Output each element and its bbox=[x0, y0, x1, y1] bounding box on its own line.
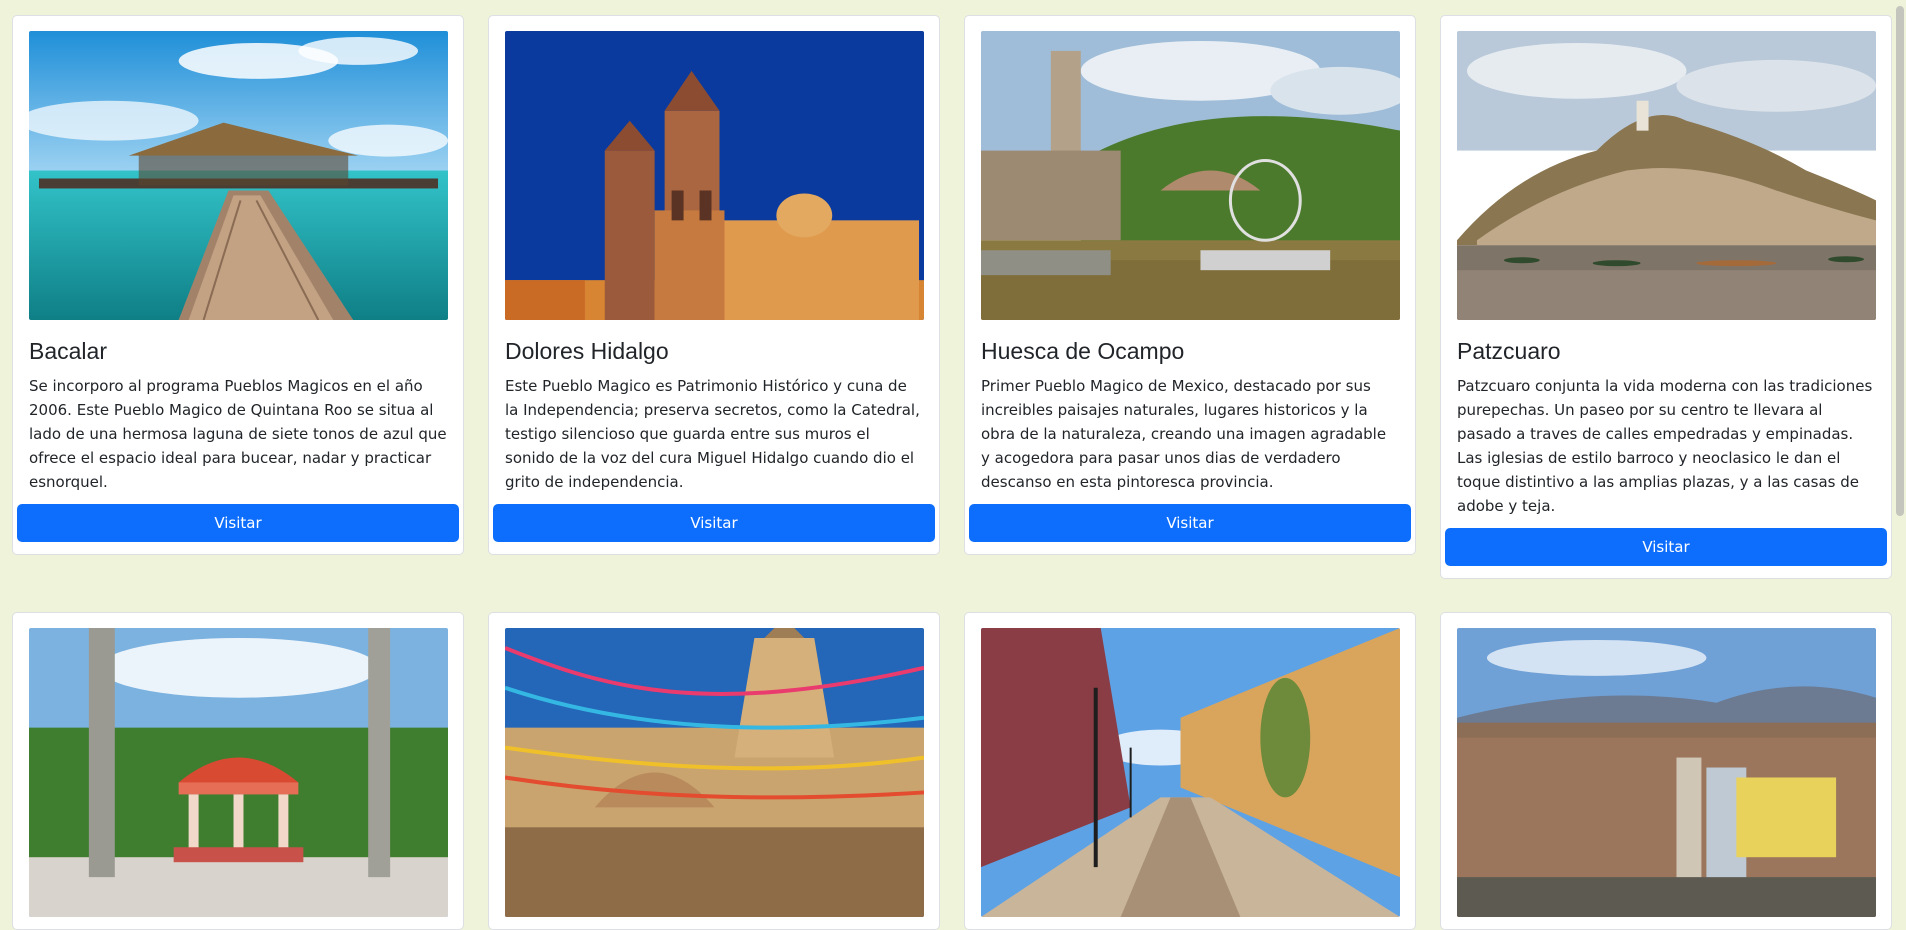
card-6 bbox=[488, 611, 940, 930]
card-image-bacalar bbox=[29, 31, 448, 320]
page-scrollbar[interactable] bbox=[1894, 0, 1906, 917]
scrollbar-thumb[interactable] bbox=[1896, 6, 1904, 516]
card-image-5 bbox=[29, 627, 448, 917]
visit-button-dolores-hidalgo[interactable]: Visitar bbox=[493, 503, 935, 542]
card-image-7 bbox=[981, 627, 1400, 917]
card-title: Bacalar bbox=[29, 338, 107, 364]
cards-grid: Bacalar Se incorporo al programa Pueblos… bbox=[12, 15, 1892, 930]
card-description: Patzcuaro conjunta la vida moderna con l… bbox=[1457, 376, 1873, 515]
card-bacalar: Bacalar Se incorporo al programa Pueblos… bbox=[12, 15, 464, 555]
card-title: Huesca de Ocampo bbox=[981, 338, 1185, 364]
card-8 bbox=[1440, 611, 1892, 930]
card-image-huesca-de-ocampo bbox=[981, 31, 1400, 320]
card-description: Este Pueblo Magico es Patrimonio Históri… bbox=[505, 376, 920, 491]
card-image-6 bbox=[505, 627, 924, 917]
card-patzcuaro: Patzcuaro Patzcuaro conjunta la vida mod… bbox=[1440, 15, 1892, 579]
visit-button-bacalar[interactable]: Visitar bbox=[17, 503, 459, 542]
card-image-8 bbox=[1457, 627, 1876, 917]
card-huesca-de-ocampo: Huesca de Ocampo Primer Pueblo Magico de… bbox=[964, 15, 1416, 555]
card-dolores-hidalgo: Dolores Hidalgo Este Pueblo Magico es Pa… bbox=[488, 15, 940, 555]
card-7 bbox=[964, 611, 1416, 930]
card-5 bbox=[12, 611, 464, 930]
visit-button-patzcuaro[interactable]: Visitar bbox=[1445, 527, 1887, 566]
card-title: Dolores Hidalgo bbox=[505, 338, 669, 364]
card-image-patzcuaro bbox=[1457, 31, 1876, 320]
card-image-dolores-hidalgo bbox=[505, 31, 924, 320]
visit-button-huesca-de-ocampo[interactable]: Visitar bbox=[969, 503, 1411, 542]
card-title: Patzcuaro bbox=[1457, 338, 1561, 364]
card-description: Primer Pueblo Magico de Mexico, destacad… bbox=[981, 376, 1387, 491]
card-description: Se incorporo al programa Pueblos Magicos… bbox=[29, 376, 447, 491]
